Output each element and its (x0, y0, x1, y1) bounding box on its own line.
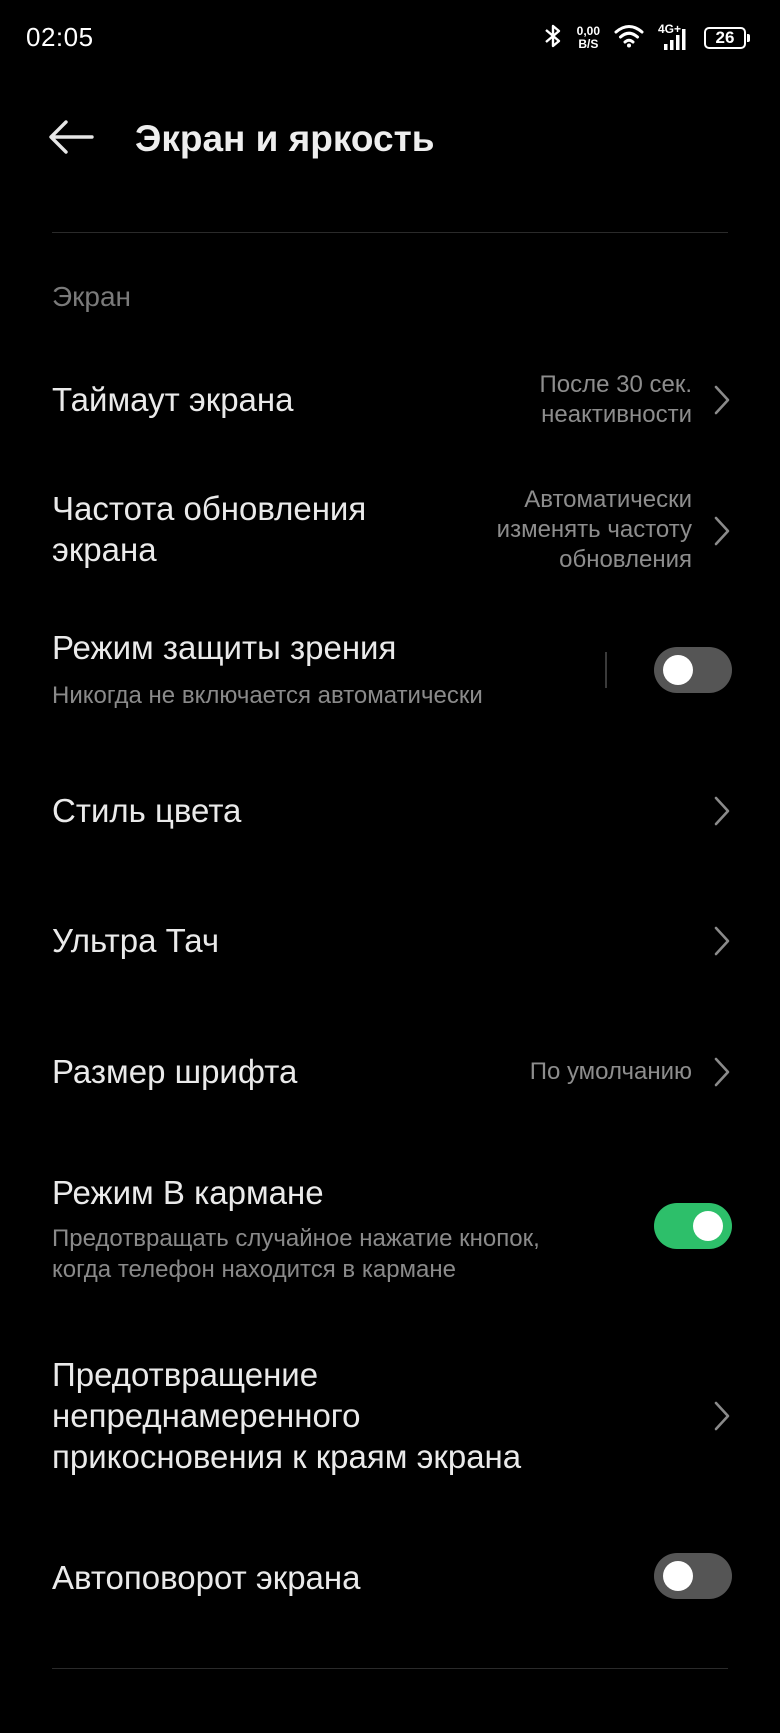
setting-value: По умолчанию (529, 1058, 692, 1085)
chevron-right-icon (712, 1399, 732, 1433)
signal-icon: 4G+ (658, 22, 690, 52)
chevron-right-icon (712, 514, 732, 548)
setting-value: Автоматически изменять частоту обновлени… (497, 485, 692, 575)
bottom-divider (52, 1668, 728, 1669)
network-speed: 0,00 B/S (577, 25, 600, 51)
setting-row-font-size[interactable]: Размер шрифта По умолчанию (0, 1030, 780, 1110)
setting-value-line: Автоматически (524, 486, 692, 513)
setting-row-screen-timeout[interactable]: Таймаут экрана После 30 сек. неактивност… (0, 350, 780, 450)
setting-row-edge-touch[interactable]: Предотвращение непреднамеренного прикосн… (0, 1350, 780, 1490)
setting-subtitle: Никогда не включается автоматически (52, 682, 483, 709)
pocket-mode-toggle[interactable] (654, 1203, 732, 1249)
setting-subtitle: Предотвращать случайное нажатие кнопок, … (52, 1223, 540, 1285)
setting-title: Ультра Тач (52, 922, 220, 959)
network-speed-unit: B/S (578, 37, 599, 51)
vertical-separator (605, 652, 607, 688)
setting-title-line: Предотвращение (52, 1356, 319, 1393)
setting-title: Стиль цвета (52, 792, 242, 829)
toggle-knob (663, 1561, 693, 1591)
wifi-icon (614, 24, 644, 53)
setting-row-refresh-rate[interactable]: Частота обновления экрана Автоматически … (0, 470, 780, 590)
chevron-right-icon (712, 924, 732, 958)
setting-value-line: неактивности (541, 401, 692, 428)
back-button[interactable] (44, 112, 98, 166)
chevron-right-icon (712, 383, 732, 417)
setting-title: Режим защиты зрения (52, 629, 397, 666)
setting-row-ultra-touch[interactable]: Ультра Тач (0, 900, 780, 980)
auto-rotate-toggle[interactable] (654, 1553, 732, 1599)
setting-title: Предотвращение непреднамеренного прикосн… (52, 1354, 521, 1477)
setting-subtitle-line: когда телефон находится в кармане (52, 1256, 456, 1283)
setting-title-line: Частота обновления (52, 490, 367, 527)
section-label: Экран (52, 281, 131, 312)
page-title: Экран и яркость (135, 118, 435, 159)
bluetooth-icon (543, 23, 563, 54)
setting-value-line: обновления (559, 546, 692, 573)
battery-icon: 26 (704, 27, 750, 49)
setting-title: Таймаут экрана (52, 381, 294, 418)
setting-title-line: непреднамеренного (52, 1397, 361, 1434)
toggle-knob (693, 1211, 723, 1241)
setting-value: После 30 сек. неактивности (540, 370, 693, 430)
battery-level: 26 (715, 28, 735, 47)
eye-comfort-toggle[interactable] (654, 647, 732, 693)
header-divider (52, 232, 728, 233)
setting-title: Частота обновления экрана (52, 488, 366, 570)
toggle-knob (663, 655, 693, 685)
status-time: 02:05 (26, 22, 94, 52)
setting-value-line: После 30 сек. (539, 371, 693, 398)
arrow-left-icon (48, 119, 94, 160)
setting-row-color-style[interactable]: Стиль цвета (0, 770, 780, 850)
setting-title-line: экрана (52, 531, 157, 568)
setting-title: Режим В кармане (52, 1174, 324, 1211)
setting-subtitle-line: Предотвращать случайное нажатие кнопок, (52, 1225, 540, 1252)
setting-title-line: прикосновения к краям экрана (52, 1438, 522, 1475)
setting-title: Размер шрифта (52, 1053, 298, 1090)
setting-value-line: изменять частоту (496, 516, 692, 543)
status-icons: 0,00 B/S 4G+ 26 (543, 20, 750, 56)
chevron-right-icon (712, 794, 732, 828)
setting-title: Автоповорот экрана (52, 1559, 361, 1596)
chevron-right-icon (712, 1055, 732, 1089)
